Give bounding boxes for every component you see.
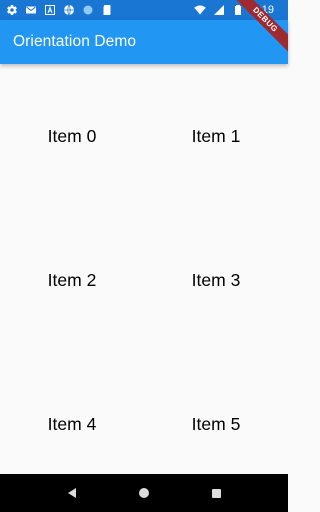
grid-item-3: Item 3	[144, 208, 288, 352]
grid-item-label: Item 4	[47, 413, 97, 434]
a-icon	[44, 4, 56, 16]
settings-icon	[6, 4, 18, 16]
navigation-bar	[0, 474, 288, 512]
status-bar: 5:19	[0, 0, 288, 20]
notification-icons	[6, 4, 113, 16]
system-icons: 5:19	[193, 4, 282, 16]
grid-item-label: Item 3	[191, 269, 241, 290]
item-grid: Item 0 Item 1 Item 2 Item 3 Item 4 Item …	[0, 64, 288, 474]
battery-icon	[232, 4, 244, 16]
grid-item-2: Item 2	[0, 208, 144, 352]
gmail-icon	[25, 4, 37, 16]
recents-button[interactable]	[196, 474, 236, 512]
circle-icon	[82, 4, 94, 16]
back-icon	[68, 488, 76, 498]
grid-item-label: Item 2	[47, 269, 97, 290]
page-title: Orientation Demo	[13, 33, 137, 50]
grid-item-label: Item 5	[191, 413, 241, 434]
wifi-icon	[193, 4, 206, 16]
status-time: 5:19	[252, 4, 274, 16]
recents-icon	[211, 488, 221, 498]
app-bar: Orientation Demo	[0, 20, 288, 64]
sd-card-icon	[101, 4, 113, 16]
grid-item-label: Item 1	[191, 125, 241, 146]
home-icon	[139, 488, 149, 498]
sports-ball-icon	[63, 4, 75, 16]
grid-item-1: Item 1	[144, 64, 288, 208]
back-button[interactable]	[52, 474, 92, 512]
home-button[interactable]	[124, 474, 164, 512]
grid-item-label: Item 0	[47, 125, 97, 146]
signal-icon	[213, 4, 225, 16]
grid-item-0: Item 0	[0, 64, 144, 208]
